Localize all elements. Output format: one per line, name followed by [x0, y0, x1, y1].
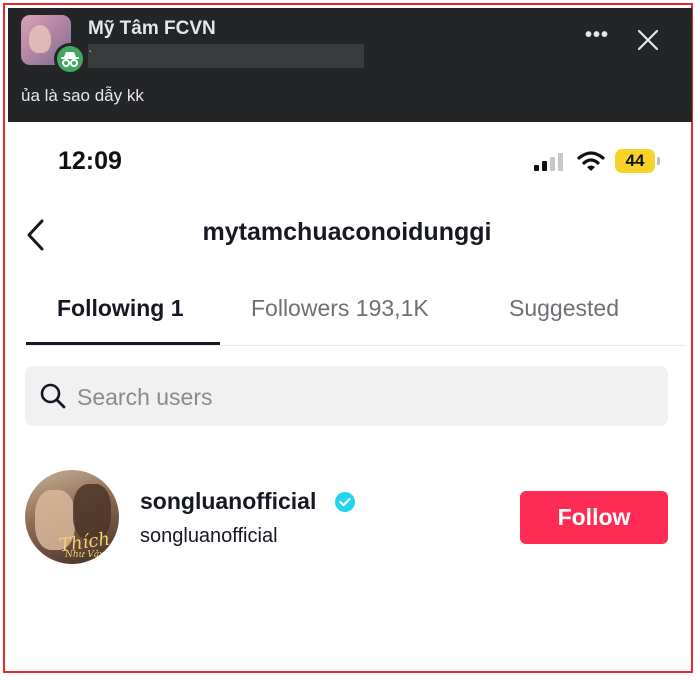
user-display-name[interactable]: songluanofficial — [140, 488, 316, 515]
tab-suggested[interactable]: Suggested — [509, 295, 619, 322]
tab-followers[interactable]: Followers 193,1K — [251, 295, 429, 322]
post-caption: ủa là sao dẫy kk — [21, 86, 144, 105]
group-name[interactable]: Mỹ Tâm FCVN — [88, 18, 216, 40]
subtitle-dot: · — [88, 42, 93, 58]
follow-button[interactable]: Follow — [520, 491, 668, 544]
verified-badge-icon — [335, 492, 355, 512]
facebook-post-header: Mỹ Tâm FCVN · ••• ủa là sao dẫy kk — [8, 8, 692, 122]
status-time: 12:09 — [58, 147, 122, 175]
battery-icon: 44 — [615, 149, 655, 173]
battery-tip — [657, 157, 660, 165]
battery-level: 44 — [625, 151, 645, 170]
user-handle: songluanofficial — [140, 525, 278, 547]
profile-username: mytamchuaconoidunggi — [202, 218, 492, 246]
search-input[interactable] — [75, 378, 639, 416]
avatar[interactable]: Thích Như Vậy — [25, 470, 119, 564]
group-avatar[interactable] — [21, 15, 86, 75]
cellular-signal-icon — [534, 153, 563, 171]
avatar-subtext: Như Vậy — [65, 550, 105, 560]
close-icon[interactable] — [636, 28, 660, 52]
search-icon — [40, 383, 66, 409]
tab-following[interactable]: Following 1 — [57, 295, 184, 322]
page-title: mytamchuaconoidunggi — [0, 218, 700, 247]
wifi-icon — [577, 151, 605, 171]
incognito-icon — [54, 43, 86, 75]
search-box[interactable] — [25, 366, 668, 426]
status-icons: 44 — [533, 149, 663, 175]
more-options-button[interactable]: ••• — [585, 24, 609, 47]
tabs-divider — [26, 345, 686, 346]
redacted-subtitle — [88, 44, 364, 68]
